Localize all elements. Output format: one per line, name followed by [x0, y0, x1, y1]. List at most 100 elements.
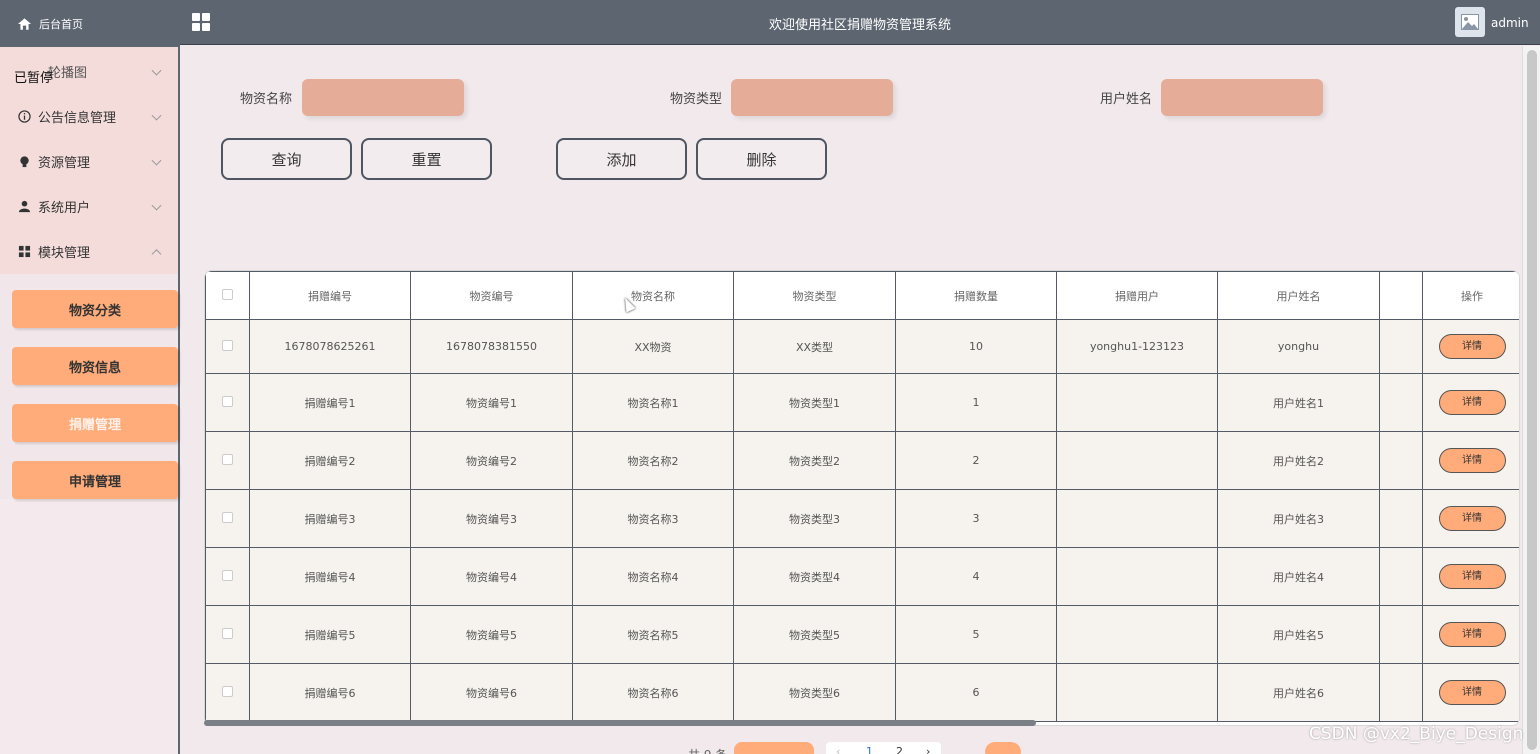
row-select-cell[interactable] [205, 319, 250, 374]
row-checkbox[interactable] [222, 339, 233, 351]
detail-button[interactable]: 详情 [1438, 622, 1506, 647]
column-header: 物资编号 [410, 271, 573, 320]
table-cell: XX类型 [733, 319, 896, 374]
next-page-button[interactable]: › [926, 745, 930, 754]
table-cell: 1 [895, 373, 1057, 432]
table-cell: 物资名称4 [572, 547, 734, 606]
table-horizontal-scrollbar[interactable] [204, 720, 1036, 726]
detail-button[interactable]: 详情 [1438, 564, 1506, 589]
chevron-down-icon [151, 200, 162, 211]
select-all-cell[interactable] [205, 271, 250, 320]
user-icon [18, 200, 31, 213]
row-checkbox[interactable] [222, 685, 233, 697]
table-cell [1056, 373, 1218, 432]
sidebar-home-link[interactable]: 后台首页 [0, 0, 178, 47]
actions-cell: 详情 [1422, 605, 1519, 664]
table-cell: 2 [895, 431, 1057, 490]
chevron-up-icon [151, 248, 162, 259]
table-row: 捐赠编号5 物资编号5 物资名称5 物资类型5 5 用户姓名5 详情 [205, 605, 1519, 664]
row-select-cell[interactable] [205, 547, 250, 606]
add-button[interactable]: 添加 [556, 138, 687, 180]
table-row: 1678078625261 1678078381550 XX物资 XX类型 10 yong… [205, 319, 1519, 374]
table-cell: 物资类型3 [733, 489, 896, 548]
sidebar-item-announcements[interactable]: 公告信息管理 [0, 94, 178, 139]
table-cell [1056, 605, 1218, 664]
sidebar-item-modules[interactable]: 模块管理 [0, 229, 178, 274]
avatar[interactable] [1455, 7, 1485, 37]
detail-button[interactable]: 详情 [1438, 390, 1506, 415]
detail-button[interactable]: 详情 [1438, 506, 1506, 531]
table-cell: 物资类型1 [733, 373, 896, 432]
table-row: 捐赠编号4 物资编号4 物资名称4 物资类型4 4 用户姓名4 详情 [205, 547, 1519, 606]
sidebar-submenu: 物资分类 物资信息 捐赠管理 申请管理 [0, 274, 178, 499]
submenu-donation-management[interactable]: 捐赠管理 [12, 404, 178, 442]
data-table: 捐赠编号 物资编号 物资名称 物资类型 捐赠数量 捐赠用户 用户姓名 操作 16… [204, 270, 1520, 726]
pagination-pages: ‹ 1 2 › [826, 742, 941, 754]
column-header [1379, 271, 1423, 320]
table-cell: 捐赠编号2 [249, 431, 411, 490]
detail-button[interactable]: 详情 [1438, 680, 1506, 705]
column-header: 物资名称 [572, 271, 734, 320]
table-cell: 物资名称1 [572, 373, 734, 432]
table-cell: 5 [895, 605, 1057, 664]
sidebar-item-resources[interactable]: 资源管理 [0, 139, 178, 184]
column-header: 捐赠数量 [895, 271, 1057, 320]
row-checkbox[interactable] [222, 627, 233, 639]
reset-button[interactable]: 重置 [361, 138, 492, 180]
sidebar-item-system-users[interactable]: 系统用户 [0, 184, 178, 229]
detail-button[interactable]: 详情 [1438, 448, 1506, 473]
query-button[interactable]: 查询 [221, 138, 352, 180]
table-cell [1379, 489, 1423, 548]
row-checkbox[interactable] [222, 511, 233, 523]
table-cell: 1678078625261 [249, 319, 411, 374]
submenu-material-info[interactable]: 物资信息 [12, 347, 178, 385]
actions-cell: 详情 [1422, 547, 1519, 606]
prev-page-button[interactable]: ‹ [836, 745, 840, 754]
jump-button[interactable] [985, 742, 1021, 754]
row-select-cell[interactable] [205, 489, 250, 548]
top-bar: 欢迎使用社区捐赠物资管理系统 admin [180, 0, 1540, 45]
page-1-button[interactable]: 1 [866, 745, 873, 754]
table-cell: 捐赠编号4 [249, 547, 411, 606]
select-all-checkbox[interactable] [222, 288, 233, 300]
material-type-input[interactable] [731, 79, 893, 116]
scrollbar-thumb[interactable] [1527, 50, 1537, 750]
user-name-input[interactable] [1161, 79, 1323, 116]
home-icon [18, 17, 31, 30]
row-checkbox[interactable] [222, 569, 233, 581]
row-select-cell[interactable] [205, 663, 250, 722]
table-cell: 物资名称6 [572, 663, 734, 722]
info-icon [18, 110, 31, 123]
table-cell: 用户姓名1 [1217, 373, 1380, 432]
table-cell: 捐赠编号6 [249, 663, 411, 722]
table-cell: 物资编号5 [410, 605, 573, 664]
table-cell: 6 [895, 663, 1057, 722]
sidebar-item-carousel[interactable]: 轮播图 已暂停 [0, 49, 178, 94]
row-select-cell[interactable] [205, 605, 250, 664]
detail-button[interactable]: 详情 [1438, 334, 1506, 359]
username[interactable]: admin [1491, 16, 1529, 30]
delete-button[interactable]: 删除 [696, 138, 827, 180]
table-cell: 用户姓名5 [1217, 605, 1380, 664]
material-name-input[interactable] [302, 79, 464, 116]
image-icon [1461, 14, 1479, 30]
row-select-cell[interactable] [205, 373, 250, 432]
table-cell: 物资类型5 [733, 605, 896, 664]
table-row: 捐赠编号1 物资编号1 物资名称1 物资类型1 1 用户姓名1 详情 [205, 373, 1519, 432]
page-size-select[interactable] [734, 742, 814, 754]
table-cell: yonghu [1217, 319, 1380, 374]
submenu-material-category[interactable]: 物资分类 [12, 290, 178, 328]
column-header: 捐赠编号 [249, 271, 411, 320]
submenu-application-management[interactable]: 申请管理 [12, 461, 178, 499]
row-select-cell[interactable] [205, 431, 250, 490]
row-checkbox[interactable] [222, 453, 233, 465]
column-header: 捐赠用户 [1056, 271, 1218, 320]
page-scrollbar[interactable] [1522, 46, 1540, 754]
sidebar-item-label: 资源管理 [38, 156, 91, 171]
table-cell: 用户姓名3 [1217, 489, 1380, 548]
paused-overlay-text: 已暂停 [14, 71, 54, 86]
actions-cell: 详情 [1422, 663, 1519, 722]
table-cell: 用户姓名6 [1217, 663, 1380, 722]
page-2-button[interactable]: 2 [896, 745, 903, 754]
row-checkbox[interactable] [222, 395, 233, 407]
